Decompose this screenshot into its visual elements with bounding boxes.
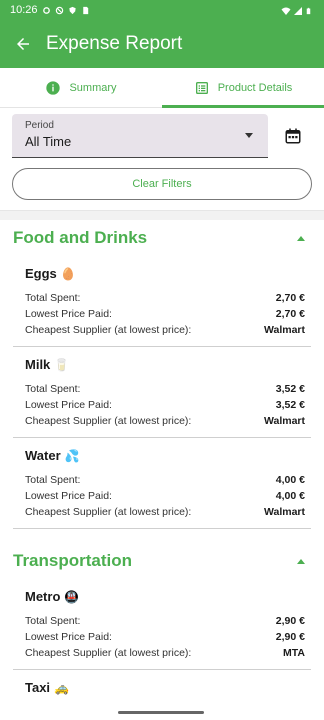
app-bar: Expense Report xyxy=(0,20,324,68)
droplets-emoji-icon: 💦 xyxy=(64,448,80,463)
cheapest-supplier-label: Cheapest Supplier (at lowest price): xyxy=(25,324,192,336)
cheapest-supplier-label: Cheapest Supplier (at lowest price): xyxy=(25,647,192,659)
cheapest-supplier-label: Cheapest Supplier (at lowest price): xyxy=(25,415,192,427)
status-time: 10:26 xyxy=(10,4,38,16)
milk-emoji-icon: 🥛 xyxy=(54,357,70,372)
egg-emoji-icon: 🥚 xyxy=(60,266,76,281)
tab-bar: Summary Product Details xyxy=(0,68,324,108)
home-indicator[interactable] xyxy=(118,711,204,714)
section-food-and-drinks: Food and Drinks Eggs 🥚 Total Spent: 2,70 €… xyxy=(0,220,324,529)
section-title: Transportation xyxy=(13,551,133,570)
product-card: Metro 🚇 Total Spent: 2,90 € Lowest Price P… xyxy=(13,579,311,670)
filters-panel: Period All Time Clear Filters xyxy=(0,108,324,200)
cheapest-supplier-label: Cheapest Supplier (at lowest price): xyxy=(25,506,192,518)
tab-summary[interactable]: Summary xyxy=(0,68,162,107)
section-divider xyxy=(0,210,324,220)
metro-emoji-icon: 🚇 xyxy=(64,589,80,604)
lowest-price-value: 4,00 € xyxy=(275,490,305,502)
collapse-arrow-icon[interactable] xyxy=(297,558,305,564)
product-name: Metro xyxy=(25,589,61,604)
shield-status-icon xyxy=(68,6,77,15)
total-spent-label: Total Spent: xyxy=(25,615,81,627)
product-card: Milk 🥛 Total Spent: 3,52 € Lowest Price Pa… xyxy=(13,347,311,438)
product-name: Water xyxy=(25,448,61,463)
battery-status-icon xyxy=(305,6,314,15)
calendar-icon[interactable] xyxy=(284,127,302,145)
total-spent-value: 3,52 € xyxy=(275,383,305,395)
lowest-price-value: 2,90 € xyxy=(275,631,305,643)
tab-summary-label: Summary xyxy=(69,81,117,94)
section-header[interactable]: Food and Drinks xyxy=(0,220,324,256)
wifi-status-icon xyxy=(281,6,291,15)
back-arrow-icon[interactable] xyxy=(14,35,32,53)
sim-card-status-icon xyxy=(81,6,90,15)
tab-product-details-label: Product Details xyxy=(217,81,293,94)
total-spent-label: Total Spent: xyxy=(25,474,81,486)
lowest-price-label: Lowest Price Paid: xyxy=(25,490,112,502)
period-value: All Time xyxy=(25,134,72,149)
total-spent-label: Total Spent: xyxy=(25,383,81,395)
total-spent-value: 4,00 € xyxy=(275,474,305,486)
page-title: Expense Report xyxy=(46,33,183,54)
product-card: Eggs 🥚 Total Spent: 2,70 € Lowest Price Pa… xyxy=(13,256,311,347)
cheapest-supplier-value: Walmart xyxy=(263,415,305,427)
cheapest-supplier-value: Walmart xyxy=(263,324,305,336)
product-card: Water 💦 Total Spent: 4,00 € Lowest Price P… xyxy=(13,438,311,529)
cheapest-supplier-value: MTA xyxy=(283,647,305,659)
collapse-arrow-icon[interactable] xyxy=(297,235,305,241)
product-name: Eggs xyxy=(25,266,57,281)
dropdown-arrow-icon xyxy=(245,133,253,138)
tab-product-details[interactable]: Product Details xyxy=(162,68,324,108)
lowest-price-value: 2,70 € xyxy=(275,308,305,320)
section-title: Food and Drinks xyxy=(13,228,148,247)
period-dropdown[interactable]: Period All Time xyxy=(12,114,268,158)
lowest-price-value: 3,52 € xyxy=(275,399,305,411)
period-label: Period xyxy=(25,120,54,131)
product-name: Milk xyxy=(25,357,51,372)
product-card: Taxi 🚕 xyxy=(13,670,311,712)
settings-status-icon xyxy=(42,6,51,15)
total-spent-value: 2,70 € xyxy=(275,292,305,304)
info-icon xyxy=(46,80,61,95)
lowest-price-label: Lowest Price Paid: xyxy=(25,308,112,320)
list-icon xyxy=(195,81,208,94)
product-name: Taxi xyxy=(25,680,51,695)
blocked-status-icon xyxy=(55,6,64,15)
taxi-emoji-icon: 🚕 xyxy=(54,680,70,695)
clear-filters-button[interactable]: Clear Filters xyxy=(12,168,312,200)
status-bar: 10:26 xyxy=(0,0,324,20)
cheapest-supplier-value: Walmart xyxy=(263,506,305,518)
total-spent-label: Total Spent: xyxy=(25,292,81,304)
section-transportation: Transportation Metro 🚇 Total Spent: 2,90 €… xyxy=(0,543,324,712)
lowest-price-label: Lowest Price Paid: xyxy=(25,631,112,643)
lowest-price-label: Lowest Price Paid: xyxy=(25,399,112,411)
total-spent-value: 2,90 € xyxy=(275,615,305,627)
section-header[interactable]: Transportation xyxy=(0,543,324,579)
signal-status-icon xyxy=(293,6,302,15)
